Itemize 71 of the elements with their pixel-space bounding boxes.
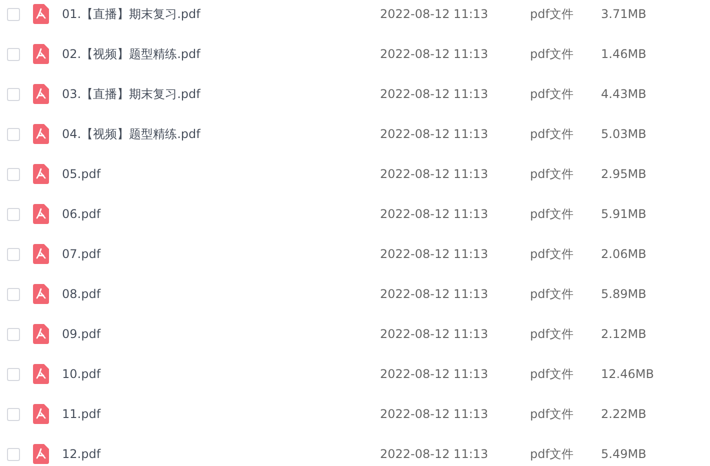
modified-date: 2022-08-12 11:13 bbox=[380, 46, 490, 63]
file-size: 5.49MB bbox=[601, 446, 646, 463]
checkbox[interactable] bbox=[7, 128, 20, 140]
pdf-file-icon bbox=[33, 244, 49, 264]
file-type: pdf文件 bbox=[530, 126, 574, 143]
file-type: pdf文件 bbox=[530, 286, 574, 303]
checkbox[interactable] bbox=[7, 368, 20, 380]
file-size: 2.12MB bbox=[601, 326, 646, 343]
pdf-file-icon bbox=[33, 364, 49, 384]
file-size: 4.43MB bbox=[601, 86, 646, 103]
file-type: pdf文件 bbox=[530, 86, 574, 103]
pdf-file-icon bbox=[33, 404, 49, 424]
pdf-file-icon bbox=[33, 324, 49, 344]
pdf-file-icon bbox=[33, 284, 49, 304]
file-size: 2.06MB bbox=[601, 246, 646, 263]
file-size: 1.46MB bbox=[601, 46, 646, 63]
file-name[interactable]: 05.pdf bbox=[62, 165, 362, 183]
pdf-file-icon bbox=[33, 124, 49, 144]
file-size: 3.71MB bbox=[601, 6, 646, 23]
pdf-file-icon bbox=[33, 44, 49, 64]
checkbox[interactable] bbox=[7, 88, 20, 100]
file-size: 5.89MB bbox=[601, 286, 646, 303]
checkbox[interactable] bbox=[7, 408, 20, 420]
modified-date: 2022-08-12 11:13 bbox=[380, 366, 490, 383]
modified-date: 2022-08-12 11:13 bbox=[380, 406, 490, 423]
modified-date: 2022-08-12 11:13 bbox=[380, 206, 490, 223]
file-name[interactable]: 02.【视频】题型精练.pdf bbox=[62, 45, 362, 63]
file-name[interactable]: 01.【直播】期末复习.pdf bbox=[62, 5, 362, 23]
file-name[interactable]: 07.pdf bbox=[62, 245, 362, 263]
file-type: pdf文件 bbox=[530, 166, 574, 183]
file-type: pdf文件 bbox=[530, 246, 574, 263]
file-type: pdf文件 bbox=[530, 406, 574, 423]
checkbox[interactable] bbox=[7, 168, 20, 180]
modified-date: 2022-08-12 11:13 bbox=[380, 166, 490, 183]
file-name[interactable]: 10.pdf bbox=[62, 365, 362, 383]
pdf-file-icon bbox=[33, 4, 49, 24]
modified-date: 2022-08-12 11:13 bbox=[380, 6, 490, 23]
file-name[interactable]: 08.pdf bbox=[62, 285, 362, 303]
modified-date: 2022-08-12 11:13 bbox=[380, 246, 490, 263]
modified-date: 2022-08-12 11:13 bbox=[380, 326, 490, 343]
checkbox[interactable] bbox=[7, 448, 20, 460]
file-name[interactable]: 04.【视频】题型精练.pdf bbox=[62, 125, 362, 143]
file-type: pdf文件 bbox=[530, 326, 574, 343]
file-size: 2.22MB bbox=[601, 406, 646, 423]
file-type: pdf文件 bbox=[530, 446, 574, 463]
file-size: 12.46MB bbox=[601, 366, 654, 383]
file-size: 2.95MB bbox=[601, 166, 646, 183]
file-name[interactable]: 11.pdf bbox=[62, 405, 362, 423]
file-type: pdf文件 bbox=[530, 206, 574, 223]
modified-date: 2022-08-12 11:13 bbox=[380, 446, 490, 463]
checkbox[interactable] bbox=[7, 48, 20, 60]
checkbox[interactable] bbox=[7, 208, 20, 220]
file-name[interactable]: 12.pdf bbox=[62, 445, 362, 463]
file-name[interactable]: 03.【直播】期末复习.pdf bbox=[62, 85, 362, 103]
file-type: pdf文件 bbox=[530, 6, 574, 23]
modified-date: 2022-08-12 11:13 bbox=[380, 286, 490, 303]
checkbox[interactable] bbox=[7, 8, 20, 20]
checkbox[interactable] bbox=[7, 328, 20, 340]
file-name[interactable]: 09.pdf bbox=[62, 325, 362, 343]
file-type: pdf文件 bbox=[530, 366, 574, 383]
checkbox[interactable] bbox=[7, 248, 20, 260]
pdf-file-icon bbox=[33, 164, 49, 184]
file-size: 5.91MB bbox=[601, 206, 646, 223]
modified-date: 2022-08-12 11:13 bbox=[380, 126, 490, 143]
checkbox[interactable] bbox=[7, 288, 20, 300]
file-type: pdf文件 bbox=[530, 46, 574, 63]
modified-date: 2022-08-12 11:13 bbox=[380, 86, 490, 103]
file-name[interactable]: 06.pdf bbox=[62, 205, 362, 223]
file-size: 5.03MB bbox=[601, 126, 646, 143]
pdf-file-icon bbox=[33, 204, 49, 224]
pdf-file-icon bbox=[33, 84, 49, 104]
